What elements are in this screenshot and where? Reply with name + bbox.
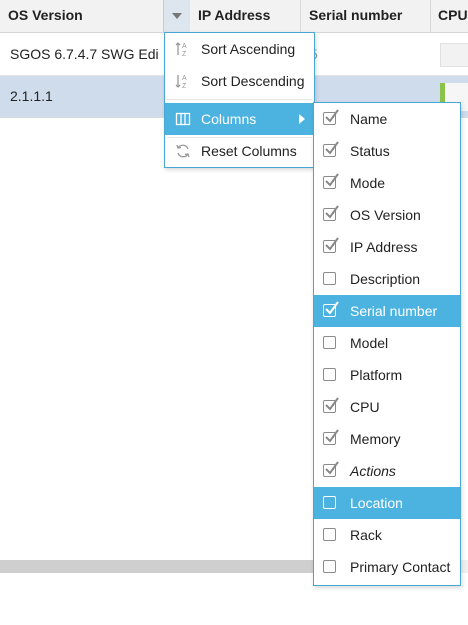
column-toggle-model[interactable]: Model bbox=[314, 327, 460, 359]
column-divider[interactable] bbox=[430, 0, 431, 32]
column-toggle-label: Rack bbox=[350, 527, 382, 543]
horizontal-scrollbar-thumb[interactable] bbox=[0, 560, 330, 573]
column-divider[interactable] bbox=[300, 0, 301, 32]
checkbox[interactable] bbox=[323, 496, 336, 509]
column-toggle-label: Status bbox=[350, 143, 390, 159]
menu-item-columns[interactable]: Columns bbox=[165, 103, 314, 135]
column-toggle-label: IP Address bbox=[350, 239, 418, 255]
column-toggle-os-version[interactable]: OS Version bbox=[314, 199, 460, 231]
menu-item-label: Sort Ascending bbox=[201, 41, 296, 57]
column-menu: A Z Sort Ascending A Z Sort Descending C… bbox=[164, 32, 315, 168]
checkmark-icon bbox=[325, 205, 339, 219]
menu-item-label: Sort Descending bbox=[201, 73, 305, 89]
column-toggle-actions[interactable]: Actions bbox=[314, 455, 460, 487]
checkbox[interactable] bbox=[323, 368, 336, 381]
grid-header: OS Version IP Address Serial number CPU bbox=[0, 0, 468, 33]
column-header-os-version[interactable]: OS Version bbox=[8, 0, 158, 32]
column-toggle-status[interactable]: Status bbox=[314, 135, 460, 167]
column-toggle-label: Model bbox=[350, 335, 389, 351]
checkmark-icon bbox=[325, 109, 339, 123]
column-toggle-label: CPU bbox=[350, 399, 380, 415]
column-toggle-label: Memory bbox=[350, 431, 401, 447]
svg-text:A: A bbox=[182, 75, 187, 82]
column-toggle-name[interactable]: Name bbox=[314, 103, 460, 135]
column-toggle-label: Location bbox=[350, 495, 403, 511]
chevron-right-icon bbox=[299, 114, 305, 124]
menu-item-sort-ascending[interactable]: A Z Sort Ascending bbox=[165, 33, 314, 65]
cpu-usage-bar bbox=[440, 43, 468, 67]
svg-text:Z: Z bbox=[182, 51, 187, 57]
column-header-cpu[interactable]: CPU bbox=[438, 0, 468, 32]
checkbox[interactable] bbox=[323, 272, 336, 285]
column-toggle-label: Primary Contact bbox=[350, 559, 451, 575]
column-toggle-serial-number[interactable]: Serial number bbox=[314, 295, 460, 327]
svg-text:Z: Z bbox=[182, 83, 187, 89]
sort-ascending-icon: A Z bbox=[175, 42, 187, 57]
column-toggle-cpu[interactable]: CPU bbox=[314, 391, 460, 423]
column-toggle-label: Serial number bbox=[350, 303, 438, 319]
column-toggle-rack[interactable]: Rack bbox=[314, 519, 460, 551]
checkmark-icon bbox=[325, 429, 339, 443]
column-toggle-memory[interactable]: Memory bbox=[314, 423, 460, 455]
checkmark-icon bbox=[325, 301, 339, 315]
column-toggle-ip-address[interactable]: IP Address bbox=[314, 231, 460, 263]
checkmark-icon bbox=[325, 397, 339, 411]
column-toggle-primary-contact[interactable]: Primary Contact bbox=[314, 551, 460, 583]
checkbox[interactable] bbox=[323, 528, 336, 541]
columns-icon bbox=[175, 112, 191, 126]
sort-descending-icon: A Z bbox=[175, 75, 187, 89]
checkbox[interactable] bbox=[323, 336, 336, 349]
menu-item-reset-columns[interactable]: Reset Columns bbox=[165, 135, 314, 167]
column-toggle-label: Description bbox=[350, 271, 421, 287]
svg-text:A: A bbox=[182, 43, 187, 50]
column-toggle-label: OS Version bbox=[350, 207, 421, 223]
column-header-ip-address[interactable]: IP Address bbox=[198, 0, 298, 32]
checkmark-icon bbox=[325, 141, 339, 155]
os-version-cell: SGOS 6.7.4.7 SWG Edi bbox=[10, 46, 159, 62]
column-toggle-description[interactable]: Description bbox=[314, 263, 460, 295]
refresh-icon bbox=[176, 144, 190, 158]
menu-item-label: Reset Columns bbox=[201, 143, 297, 159]
checkmark-icon bbox=[325, 237, 339, 251]
column-toggle-label: Mode bbox=[350, 175, 386, 191]
column-toggle-mode[interactable]: Mode bbox=[314, 167, 460, 199]
chevron-down-icon bbox=[172, 13, 182, 19]
menu-divider bbox=[167, 99, 312, 100]
checkmark-icon bbox=[325, 173, 339, 187]
column-menu-trigger[interactable] bbox=[163, 0, 190, 32]
checkmark-icon bbox=[325, 461, 339, 475]
column-toggle-platform[interactable]: Platform bbox=[314, 359, 460, 391]
column-toggle-label: Platform bbox=[350, 367, 403, 383]
column-toggle-label: Name bbox=[350, 111, 388, 127]
columns-submenu: Name Status Mode OS Version IP Address D… bbox=[313, 102, 461, 586]
column-toggle-location[interactable]: Location bbox=[314, 487, 460, 519]
os-version-cell: 2.1.1.1 bbox=[10, 88, 53, 104]
checkbox[interactable] bbox=[323, 560, 336, 573]
column-header-serial-number[interactable]: Serial number bbox=[309, 0, 427, 32]
column-toggle-label: Actions bbox=[350, 463, 396, 479]
menu-item-sort-descending[interactable]: A Z Sort Descending bbox=[165, 65, 314, 97]
menu-item-label: Columns bbox=[201, 111, 257, 127]
